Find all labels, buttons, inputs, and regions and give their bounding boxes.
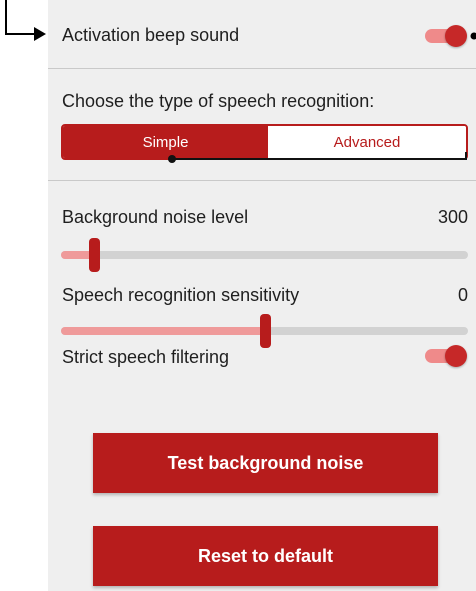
callout-line-icon <box>168 152 467 163</box>
slider-handle[interactable] <box>260 314 271 348</box>
sensitivity-label: Speech recognition sensitivity <box>62 285 300 305</box>
slider-fill <box>61 327 265 335</box>
divider <box>48 68 476 69</box>
strict-filtering-label: Strict speech filtering <box>62 347 230 367</box>
divider <box>48 180 476 181</box>
background-noise-slider[interactable] <box>61 232 468 276</box>
segment-simple-label: Simple <box>142 133 189 151</box>
toggle-thumb <box>445 345 467 367</box>
reset-to-default-label: Reset to default <box>197 545 334 566</box>
toggle-thumb <box>445 25 467 47</box>
strict-filtering-toggle[interactable] <box>425 343 467 367</box>
sensitivity-value: 0 <box>457 285 468 305</box>
reset-to-default-button[interactable]: Reset to default <box>93 526 438 586</box>
callout-dot-icon <box>470 32 476 40</box>
segment-advanced-label: Advanced <box>333 133 401 151</box>
activation-beep-label: Activation beep sound <box>62 25 240 45</box>
test-background-noise-label: Test background noise <box>167 452 364 473</box>
background-noise-value: 300 <box>437 207 468 227</box>
background-noise-label: Background noise level <box>62 207 249 227</box>
test-background-noise-button[interactable]: Test background noise <box>93 433 438 493</box>
recognition-type-label: Choose the type of speech recognition: <box>62 91 375 111</box>
settings-screen: Activation beep sound Choose the type of… <box>0 0 476 591</box>
slider-handle[interactable] <box>89 238 100 272</box>
slider-rail <box>61 251 468 259</box>
activation-beep-toggle[interactable] <box>425 23 467 47</box>
